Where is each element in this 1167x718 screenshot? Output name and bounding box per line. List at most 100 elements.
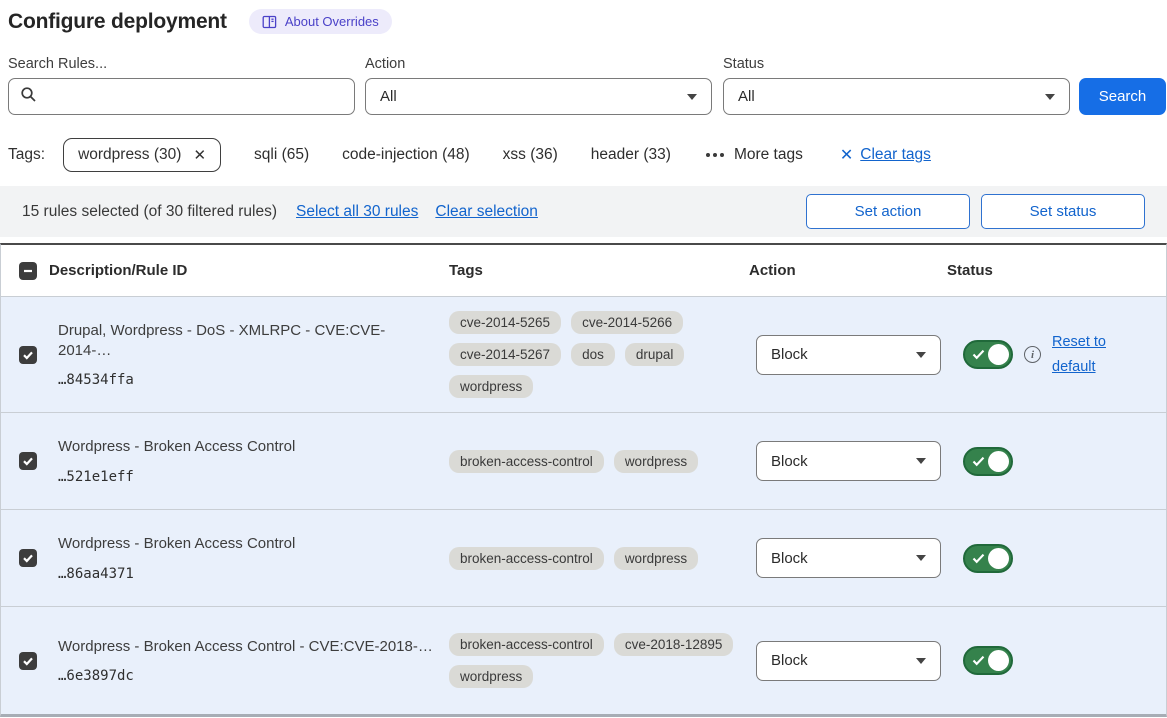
rule-action-select[interactable]: Block [756,335,941,375]
rule-description: Wordpress - Broken Access Control [58,534,433,554]
more-tags-label: More tags [734,146,803,164]
tag-pill: drupal [625,343,685,366]
rule-status-toggle[interactable] [963,544,1013,573]
tags-label: Tags: [8,146,45,164]
more-tags-button[interactable]: More tags [706,146,803,164]
table-row: Wordpress - Broken Access Control …521e1… [1,413,1166,510]
tag-pill: dos [571,343,615,366]
rule-id: …84534ffa [58,372,433,388]
tag-pill: broken-access-control [449,633,604,656]
tag-pill: wordpress [614,547,698,570]
status-filter: Status All [723,56,1070,115]
row-checkbox[interactable] [19,346,37,364]
chevron-down-icon [1045,94,1055,100]
tag-filter-sqli[interactable]: sqli (65) [254,146,309,164]
tag-pill: cve-2014-5267 [449,343,561,366]
page-title: Configure deployment [8,10,227,34]
search-rules-input[interactable] [46,87,343,106]
rule-id: …521e1eff [58,469,433,485]
rule-action-select[interactable]: Block [756,641,941,681]
select-all-link[interactable]: Select all 30 rules [296,203,418,221]
tag-pill: wordpress [614,450,698,473]
tag-pill: wordpress [449,665,533,688]
remove-tag-icon[interactable]: ✕ [193,146,206,164]
ellipsis-icon [706,153,724,157]
chevron-down-icon [916,458,926,464]
column-header-status: Status [947,262,1166,279]
clear-selection-link[interactable]: Clear selection [435,203,538,221]
tag-pill: cve-2014-5266 [571,311,683,334]
selection-summary: 15 rules selected (of 30 filtered rules) [22,203,277,221]
tag-filter-xss[interactable]: xss (36) [503,146,558,164]
rule-id: …6e3897dc [58,668,433,684]
rule-status-toggle[interactable] [963,646,1013,675]
rule-status-toggle[interactable] [963,447,1013,476]
rules-table: Description/Rule ID Tags Action Status D… [0,243,1167,717]
rule-action-value: Block [771,453,808,470]
search-button[interactable]: Search [1079,78,1166,115]
about-overrides-label: About Overrides [285,14,379,29]
clear-tags-link[interactable]: ✕ Clear tags [840,145,931,165]
tags-bar: Tags: wordpress (30) ✕ sqli (65) code-in… [0,138,1167,172]
rule-action-select[interactable]: Block [756,441,941,481]
tag-filter-header[interactable]: header (33) [591,146,671,164]
tag-filter-code-injection[interactable]: code-injection (48) [342,146,470,164]
configure-deployment-page: Configure deployment About Overrides Sea… [0,0,1167,717]
tag-pill: cve-2014-5265 [449,311,561,334]
info-icon[interactable]: i [1024,346,1041,363]
column-header-tags: Tags [449,262,749,279]
reset-to-default-link[interactable]: Reset to default [1052,330,1114,379]
tag-pill: cve-2018-12895 [614,633,734,656]
search-icon [20,86,37,108]
action-select-value: All [380,88,397,105]
selected-tag-wordpress[interactable]: wordpress (30) ✕ [63,138,221,172]
row-checkbox[interactable] [19,549,37,567]
table-row: Drupal, Wordpress - DoS - XMLRPC - CVE:C… [1,297,1166,413]
toggle-knob [988,548,1009,569]
tag-pill: wordpress [449,375,533,398]
set-action-button[interactable]: Set action [806,194,970,229]
status-select[interactable]: All [723,78,1070,115]
column-header-description: Description/Rule ID [49,262,449,279]
action-select[interactable]: All [365,78,712,115]
row-checkbox[interactable] [19,652,37,670]
rule-action-value: Block [771,652,808,669]
rule-tags: broken-access-control cve-2018-12895 wordp… [449,633,749,688]
clear-tags-icon: ✕ [840,145,853,165]
search-box[interactable] [8,78,355,115]
rule-action-value: Block [771,550,808,567]
search-filter: Search Rules... [8,56,355,115]
rule-tags: cve-2014-5265 cve-2014-5266 cve-2014-5267 d… [449,311,749,398]
column-header-action: Action [749,262,947,279]
rule-description: Wordpress - Broken Access Control - CVE:… [58,637,433,657]
rule-tags: broken-access-control wordpress [449,450,749,473]
row-checkbox[interactable] [19,452,37,470]
toggle-knob [988,451,1009,472]
rule-description: Drupal, Wordpress - DoS - XMLRPC - CVE:C… [58,321,433,362]
rule-tags: broken-access-control wordpress [449,547,749,570]
toggle-knob [988,344,1009,365]
status-label: Status [723,56,1070,72]
table-header-row: Description/Rule ID Tags Action Status [1,245,1166,297]
set-status-button[interactable]: Set status [981,194,1145,229]
toggle-knob [988,650,1009,671]
tag-pill: broken-access-control [449,547,604,570]
about-overrides-badge[interactable]: About Overrides [249,9,392,34]
rule-action-select[interactable]: Block [756,538,941,578]
filters-row: Search Rules... Action All Status [0,56,1167,115]
tag-pill: broken-access-control [449,450,604,473]
chevron-down-icon [916,555,926,561]
select-all-checkbox[interactable] [19,262,37,280]
table-row: Wordpress - Broken Access Control …86aa4… [1,510,1166,607]
book-icon [262,15,277,29]
chevron-down-icon [687,94,697,100]
rule-status-toggle[interactable] [963,340,1013,369]
selection-bar: 15 rules selected (of 30 filtered rules)… [0,186,1167,237]
rule-action-value: Block [771,346,808,363]
rule-description: Wordpress - Broken Access Control [58,437,433,457]
selected-tag-label: wordpress (30) [78,146,181,164]
table-row: Wordpress - Broken Access Control - CVE:… [1,607,1166,714]
chevron-down-icon [916,658,926,664]
page-header: Configure deployment About Overrides [0,0,1167,34]
action-label: Action [365,56,712,72]
